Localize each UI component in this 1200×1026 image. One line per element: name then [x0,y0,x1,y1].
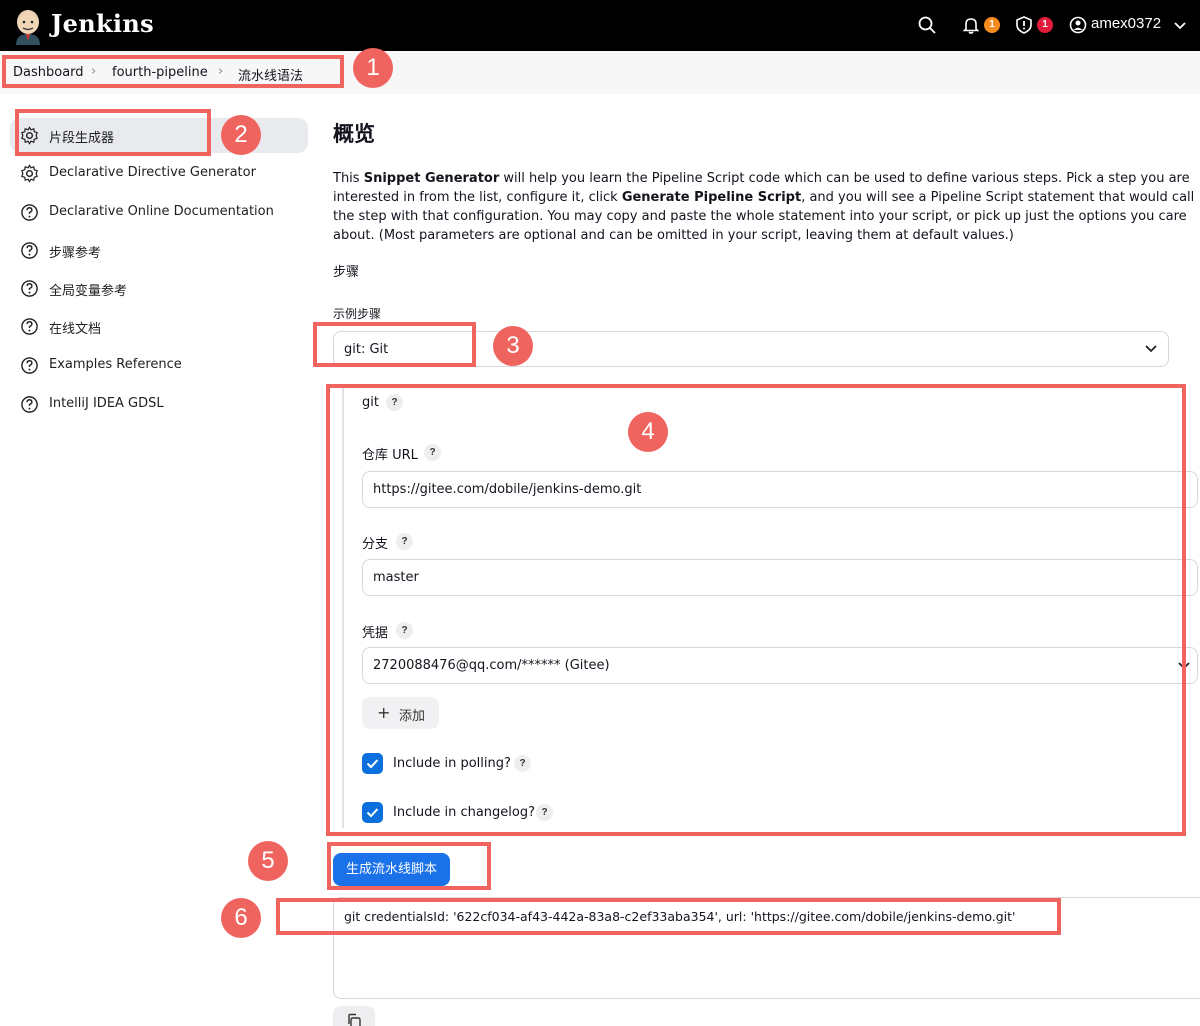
sidebar-item-label: IntelliJ IDEA GDSL [49,396,164,411]
sidebar-item-steps-reference[interactable]: 步骤参考 [10,233,308,268]
copy-button[interactable] [333,1006,375,1026]
help-circle-icon [21,280,38,297]
annotation-number-4: 4 [628,412,668,452]
shield-icon[interactable] [1014,15,1034,35]
sidebar-item-label: 在线文档 [49,322,102,337]
annotation-box-2 [15,109,211,156]
help-circle-icon [21,318,38,335]
search-icon[interactable] [917,15,937,35]
sidebar-item-examples-reference[interactable]: Examples Reference [10,348,308,383]
bell-icon[interactable] [961,15,981,35]
sidebar-item-global-variables[interactable]: 全局变量参考 [10,271,308,306]
annotation-number-1: 1 [353,48,393,88]
help-circle-icon [21,204,38,221]
top-navigation-bar: Jenkins 1 1 amex0372 [0,0,1200,51]
annotation-number-3: 3 [493,326,533,366]
sidebar-item-label: Declarative Online Documentation [49,204,274,219]
user-icon[interactable] [1068,15,1088,35]
chevron-down-icon [1145,345,1157,353]
username[interactable]: amex0372 [1091,15,1161,32]
annotation-number-6: 6 [221,898,261,938]
chevron-down-icon[interactable] [1170,16,1190,36]
description-text: This Snippet Generator will help you lea… [333,171,1195,243]
annotation-number-5: 5 [248,841,288,881]
copy-icon [348,1013,361,1026]
annotation-box-4 [326,384,1186,836]
sidebar-item-declarative-online-docs[interactable]: Declarative Online Documentation [10,195,308,230]
steps-section-label: 步骤 [333,265,360,280]
help-circle-icon [21,396,38,413]
sidebar-item-label: Declarative Directive Generator [49,165,256,180]
sidebar-item-online-docs[interactable]: 在线文档 [10,309,308,344]
security-badge[interactable]: 1 [1037,17,1053,33]
sample-step-label: 示例步骤 [333,307,382,321]
annotation-box-5 [327,842,491,890]
sidebar-item-label: 全局变量参考 [49,284,128,299]
sidebar-item-label: Examples Reference [49,357,182,372]
sidebar-item-intellij-gdsl[interactable]: IntelliJ IDEA GDSL [10,387,308,422]
help-circle-icon [21,242,38,259]
app-title[interactable]: Jenkins [51,9,154,38]
sidebar-item-label: 步骤参考 [49,246,102,261]
jenkins-logo[interactable] [12,7,44,45]
gear-icon [21,164,38,183]
notification-badge[interactable]: 1 [984,17,1000,33]
sidebar-item-declarative-directive-generator[interactable]: Declarative Directive Generator [10,156,308,191]
page-title: 概览 [333,122,375,146]
annotation-box-1 [2,55,344,88]
annotation-number-2: 2 [221,115,261,155]
annotation-box-3 [313,322,476,367]
annotation-box-6 [276,898,1061,935]
help-circle-icon [21,357,38,374]
